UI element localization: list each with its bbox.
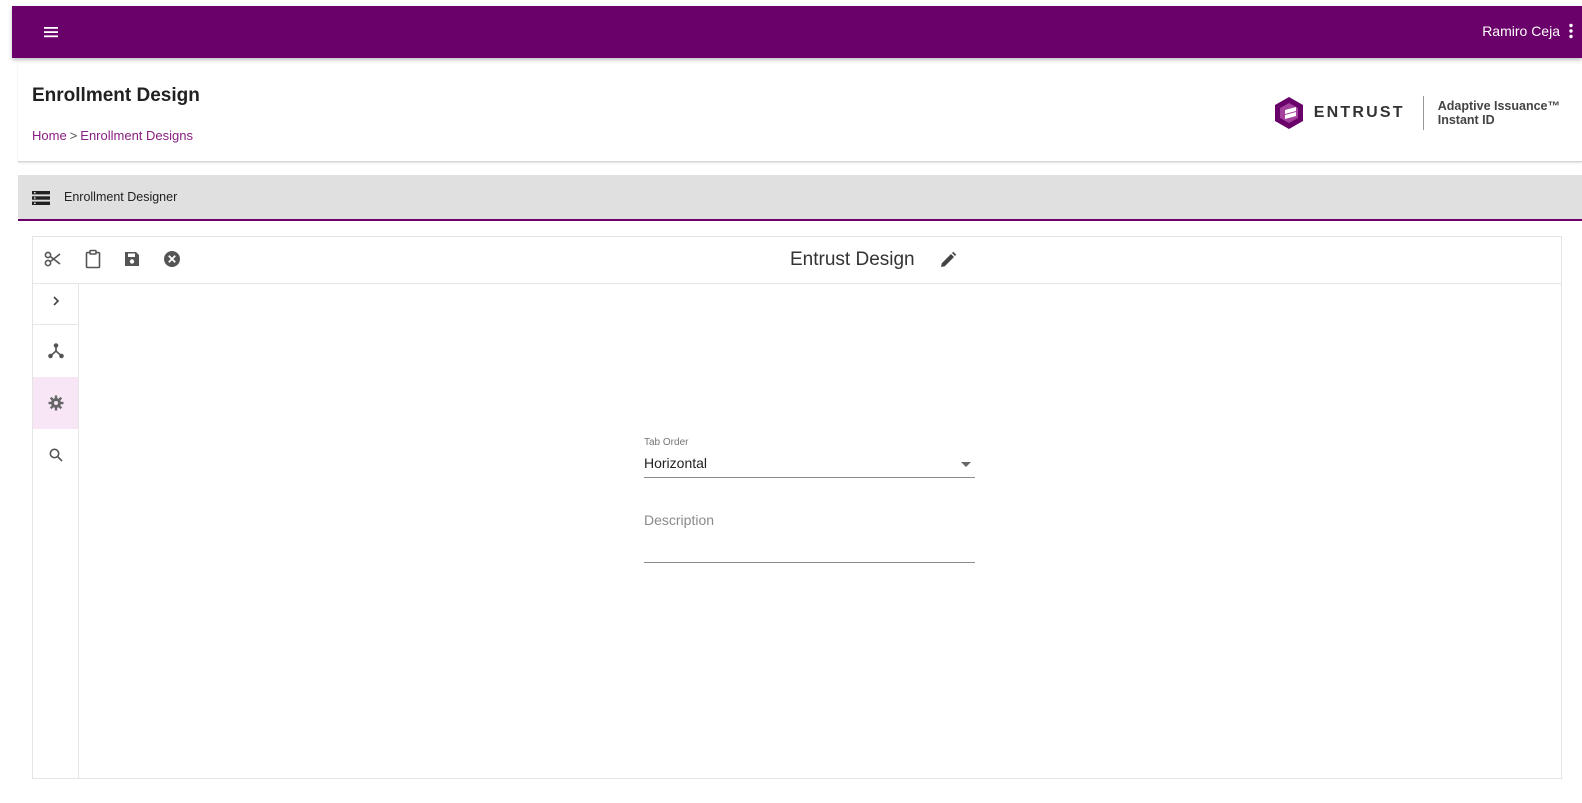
designer-side-rail xyxy=(33,284,79,779)
app-top-bar: Ramiro Ceja xyxy=(12,6,1582,58)
logo-divider xyxy=(1422,96,1424,130)
user-menu[interactable]: Ramiro Ceja xyxy=(1482,23,1574,39)
design-name-title: Entrust Design xyxy=(790,249,915,270)
description-field[interactable]: Description xyxy=(644,504,975,563)
rail-search-icon[interactable] xyxy=(33,429,78,481)
section-title: Enrollment Designer xyxy=(64,190,178,204)
save-icon[interactable] xyxy=(121,248,143,270)
pencil-icon[interactable] xyxy=(939,251,957,269)
list-icon xyxy=(32,191,50,205)
page-title: Enrollment Design xyxy=(32,85,200,106)
tab-order-label: Tab Order xyxy=(644,437,689,448)
rail-expand-chevron-right-icon[interactable] xyxy=(33,278,78,324)
logo-product-line1: Adaptive Issuance™ xyxy=(1437,99,1560,113)
kebab-menu-icon[interactable] xyxy=(1568,23,1574,39)
tab-order-select[interactable]: Horizontal xyxy=(644,452,975,478)
hamburger-menu-icon[interactable] xyxy=(40,22,62,42)
cancel-circle-icon[interactable] xyxy=(161,248,183,270)
breadcrumb: Home > Enrollment Designs xyxy=(32,128,193,143)
enrollment-designer-section-bar: Enrollment Designer xyxy=(18,175,1582,221)
entrust-hexagon-logo-icon xyxy=(1272,96,1306,130)
logo-product-line2: Instant ID xyxy=(1437,113,1495,127)
scissors-icon[interactable] xyxy=(42,248,64,270)
rail-hierarchy-icon[interactable] xyxy=(33,325,78,377)
entrust-logo: ENTRUST Adaptive Issuance™ Instant ID xyxy=(1272,96,1560,130)
designer-panel: Entrust Design Tab Order Horizontal Desc… xyxy=(32,236,1562,779)
breadcrumb-separator: > xyxy=(69,128,78,143)
description-placeholder: Description xyxy=(644,512,715,528)
breadcrumb-home-link[interactable]: Home xyxy=(32,128,67,143)
breadcrumb-enrollment-designs-link[interactable]: Enrollment Designs xyxy=(80,128,193,143)
designer-toolbar: Entrust Design xyxy=(33,237,1561,284)
design-settings-form: Tab Order Horizontal Description xyxy=(644,437,975,563)
logo-product-text: Adaptive Issuance™ Instant ID xyxy=(1438,99,1560,127)
user-name[interactable]: Ramiro Ceja xyxy=(1482,23,1560,39)
rail-settings-gear-icon[interactable] xyxy=(33,377,78,429)
logo-brand-text: ENTRUST xyxy=(1313,104,1405,121)
tab-order-value: Horizontal xyxy=(644,455,708,471)
clipboard-icon[interactable] xyxy=(82,248,104,270)
dropdown-caret-icon[interactable] xyxy=(961,462,971,467)
page-header: Enrollment Design Home > Enrollment Design… xyxy=(18,64,1582,162)
